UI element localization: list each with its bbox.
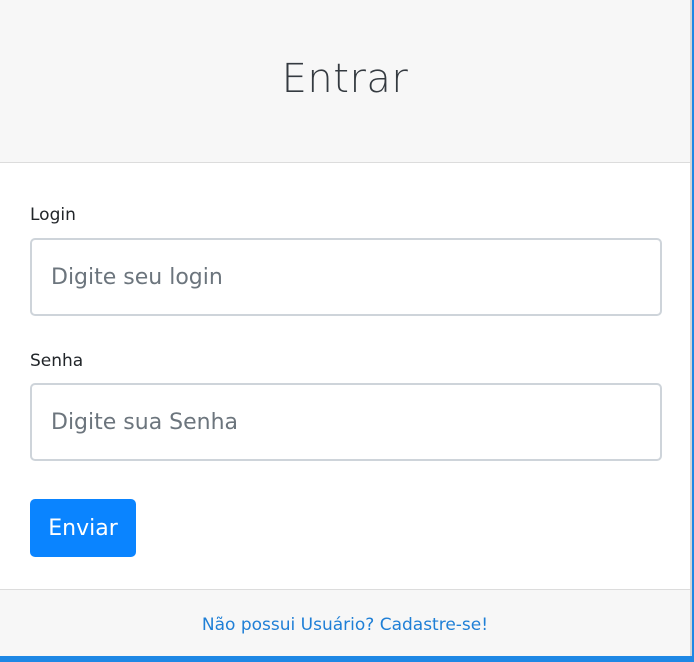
page-title: Entrar [281, 56, 409, 102]
register-link[interactable]: Não possui Usuário? Cadastre-se! [202, 615, 488, 635]
login-card: Entrar Login Senha Enviar Não possui Usu… [0, 0, 692, 656]
card-footer: Não possui Usuário? Cadastre-se! [0, 589, 690, 656]
password-label: Senha [30, 351, 84, 371]
submit-button[interactable]: Enviar [30, 499, 136, 557]
login-input[interactable] [30, 238, 662, 316]
password-input[interactable] [30, 383, 662, 461]
login-form: Login Senha Enviar [0, 163, 690, 589]
login-label: Login [30, 205, 76, 225]
card-header: Entrar [0, 0, 690, 163]
